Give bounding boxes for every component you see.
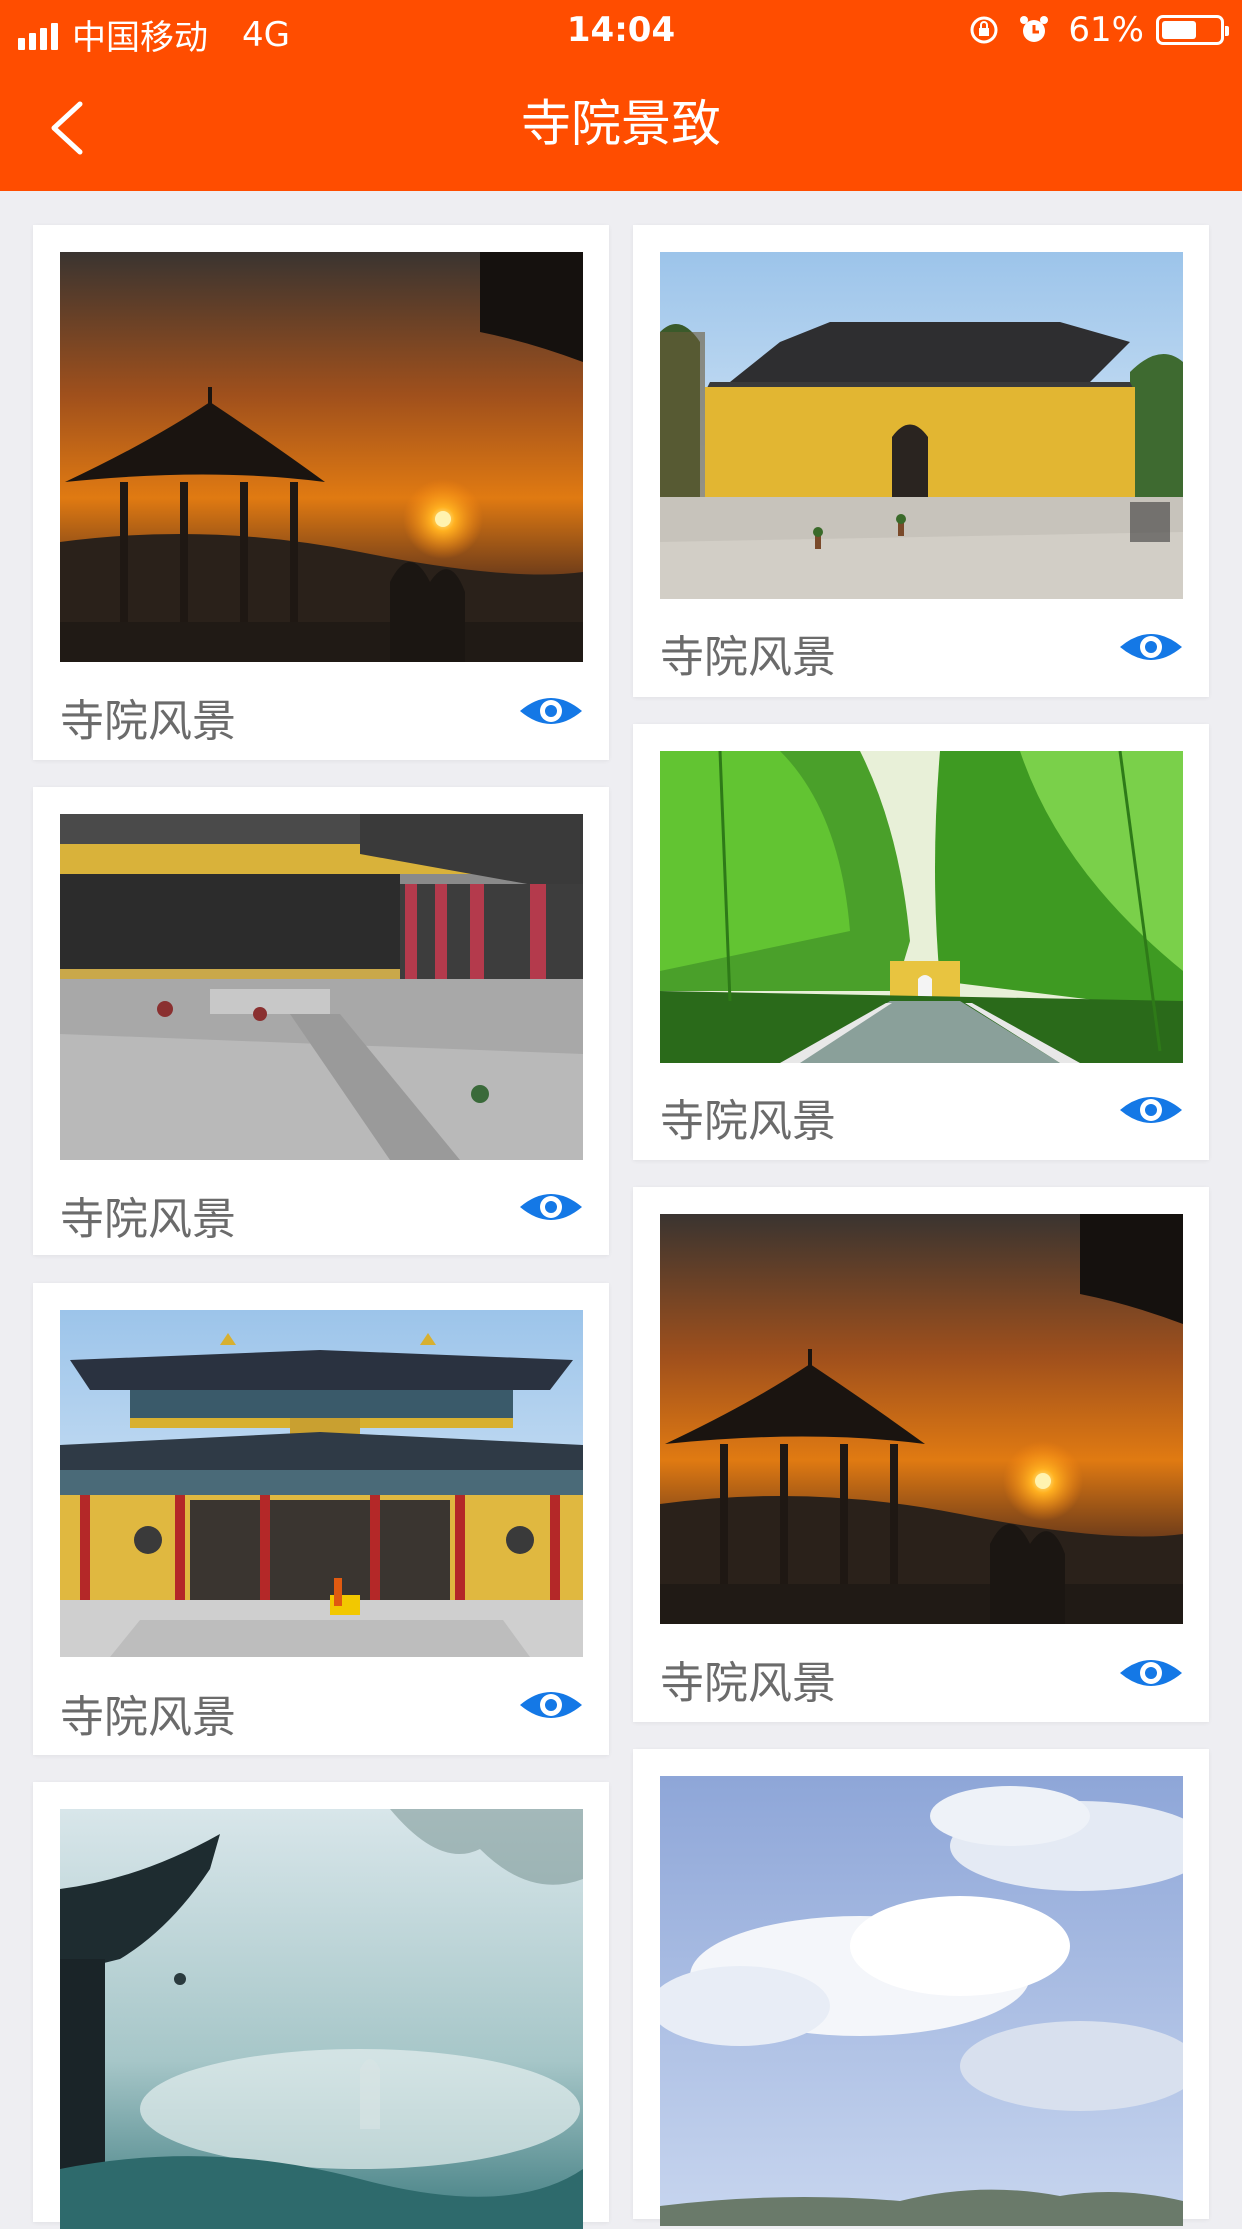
eye-icon[interactable] <box>518 1187 584 1227</box>
gallery-card[interactable]: 寺院风景 <box>33 787 609 1255</box>
card-caption: 寺院风景 <box>660 1096 836 1147</box>
card-photo[interactable] <box>660 1776 1183 2226</box>
gallery-card[interactable] <box>633 1749 1209 2226</box>
status-bar: 中国移动 4G 14:04 61% <box>0 0 1242 62</box>
alarm-icon <box>1020 16 1049 42</box>
eye-icon[interactable] <box>1118 627 1184 667</box>
battery-level <box>1162 21 1197 39</box>
eye-icon[interactable] <box>518 691 584 731</box>
card-caption: 寺院风景 <box>660 1658 836 1709</box>
eye-icon[interactable] <box>518 1685 584 1725</box>
gallery-card[interactable]: 寺院风景 <box>33 225 609 760</box>
gallery-card[interactable]: 寺院风景 <box>33 1283 609 1755</box>
card-caption: 寺院风景 <box>60 1692 236 1743</box>
eye-icon[interactable] <box>1118 1090 1184 1130</box>
card-photo[interactable] <box>60 814 583 1160</box>
card-caption: 寺院风景 <box>60 1194 236 1245</box>
battery-icon <box>1156 15 1229 45</box>
page-title: 寺院景致 <box>521 95 721 153</box>
gallery-card[interactable]: 寺院风景 <box>633 724 1209 1160</box>
battery-percent: 61% <box>1068 10 1144 50</box>
card-caption: 寺院风景 <box>60 696 236 747</box>
gallery-card[interactable]: 寺院风景 <box>633 1187 1209 1722</box>
nav-bar: 寺院景致 <box>0 62 1242 191</box>
card-photo[interactable] <box>60 252 583 662</box>
app-bar: 中国移动 4G 14:04 61% 寺院景致 <box>0 0 1242 191</box>
rotation-lock-icon <box>970 16 998 44</box>
card-photo[interactable] <box>60 1809 583 2229</box>
card-caption: 寺院风景 <box>660 632 836 683</box>
card-photo[interactable] <box>60 1310 583 1657</box>
gallery-card[interactable]: 寺院风景 <box>633 225 1209 697</box>
card-photo[interactable] <box>660 1214 1183 1624</box>
card-photo[interactable] <box>660 252 1183 599</box>
eye-icon[interactable] <box>1118 1653 1184 1693</box>
gallery-card[interactable] <box>33 1782 609 2229</box>
card-photo[interactable] <box>660 751 1183 1063</box>
